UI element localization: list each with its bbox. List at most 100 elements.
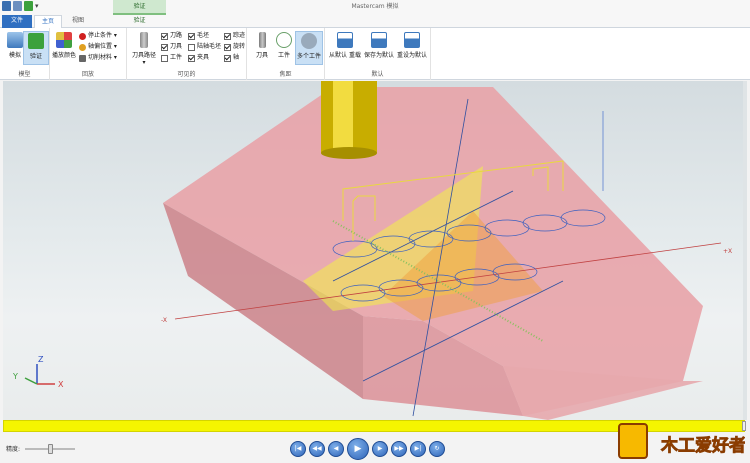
toggle-fixture-label: 夹具 bbox=[197, 54, 210, 61]
viewport-scrollbar[interactable] bbox=[743, 81, 747, 420]
verify-label: 验证 bbox=[29, 53, 42, 60]
axis-position-icon bbox=[79, 43, 86, 51]
tab-file[interactable]: 文件 bbox=[2, 15, 32, 28]
toggle-toolpath[interactable]: 刀路 bbox=[161, 31, 182, 41]
focus-tool-button[interactable]: 刀具 bbox=[251, 31, 273, 65]
step-forward-button[interactable]: ▶ bbox=[372, 441, 388, 457]
reset-default-icon bbox=[404, 32, 420, 48]
spindle-stock-checkbox[interactable] bbox=[188, 43, 195, 51]
simulation-viewport[interactable]: -X +X Z X Y bbox=[3, 81, 747, 420]
toggle-tool[interactable]: 刀具 bbox=[161, 42, 182, 52]
fixture-checkbox[interactable] bbox=[188, 54, 195, 62]
tool-holder-icon bbox=[140, 32, 148, 48]
focus-tool-icon bbox=[258, 32, 266, 48]
toggle-stock[interactable]: 毛坯 bbox=[188, 31, 209, 41]
focus-multi-icon bbox=[301, 33, 317, 49]
group-label-visibility: 可见的 bbox=[177, 71, 196, 78]
step-back-large-icon: ◀◀ bbox=[312, 445, 322, 452]
step-forward-icon: ▶ bbox=[377, 445, 383, 452]
x-pos-label: +X bbox=[723, 248, 732, 255]
step-back-icon: ◀ bbox=[333, 445, 339, 452]
toolpath-checkbox[interactable] bbox=[161, 32, 168, 40]
focus-workpiece-icon bbox=[276, 32, 292, 48]
toggle-trace-label: 踪迹 bbox=[233, 32, 246, 39]
toggle-trace[interactable]: 踪迹 bbox=[224, 31, 245, 41]
workpiece-checkbox[interactable] bbox=[161, 54, 168, 62]
axis-position-label: 轴偏位置 ▾ bbox=[88, 43, 117, 50]
toggle-toolpath-label: 刀路 bbox=[170, 32, 183, 39]
cut-material-button[interactable]: 切削材料 ▾ bbox=[79, 53, 117, 63]
tab-verify[interactable]: 验证 bbox=[113, 15, 166, 28]
trace-checkbox[interactable] bbox=[224, 32, 231, 40]
watermark-logo: 木工爱好者 bbox=[618, 423, 745, 459]
group-label-model: 模型 bbox=[18, 71, 31, 78]
toggle-workpiece-label: 工件 bbox=[170, 54, 183, 61]
stock-checkbox[interactable] bbox=[188, 32, 195, 40]
skip-start-icon: |◀ bbox=[294, 445, 302, 452]
toolpath-dropdown-button[interactable]: 刀具路径 ▾ bbox=[130, 31, 158, 66]
color-grid-icon bbox=[56, 32, 72, 48]
tool-checkbox[interactable] bbox=[161, 43, 168, 51]
logo-badge bbox=[618, 423, 648, 459]
ribbon-tabs: 文件 主页 视图 验证 bbox=[0, 15, 750, 28]
scene-svg: -X +X Z X Y bbox=[12, 81, 732, 420]
x-neg-label: -X bbox=[161, 317, 167, 324]
group-label-focus: 焦距 bbox=[279, 71, 292, 78]
toggle-fixture[interactable]: 夹具 bbox=[188, 53, 209, 63]
step-back-button[interactable]: ◀ bbox=[328, 441, 344, 457]
skip-to-start-button[interactable]: |◀ bbox=[290, 441, 306, 457]
focus-workpiece-button[interactable]: 工件 bbox=[273, 31, 295, 65]
play-button[interactable]: ▶ bbox=[347, 438, 369, 460]
group-label-playback: 回放 bbox=[81, 71, 94, 78]
axis-position-button[interactable]: 轴偏位置 ▾ bbox=[79, 42, 117, 52]
toggle-tool-label: 刀具 bbox=[170, 43, 183, 50]
axis-triad: Z X Y bbox=[12, 355, 64, 389]
focus-multi-workpiece-button[interactable]: 多个工件 bbox=[295, 31, 323, 65]
load-default-icon bbox=[337, 32, 353, 48]
skip-to-end-button[interactable]: ▶| bbox=[410, 441, 426, 457]
tool-tip bbox=[321, 147, 377, 159]
toggle-rotate[interactable]: 旋转 bbox=[224, 42, 245, 52]
triad-x-label: X bbox=[58, 380, 64, 389]
rotate-checkbox[interactable] bbox=[224, 43, 231, 51]
load-default-label: 从默认 重载 bbox=[329, 52, 361, 59]
triad-y-label: Y bbox=[12, 372, 18, 381]
step-forward-large-button[interactable]: ▶▶ bbox=[391, 441, 407, 457]
verify-check-icon bbox=[28, 33, 44, 49]
simulate-icon bbox=[7, 32, 23, 48]
toolpath-label: 刀具路径 ▾ bbox=[131, 52, 156, 66]
toggle-workpiece[interactable]: 工件 bbox=[161, 53, 182, 63]
group-model: 模拟 验证 模型 bbox=[0, 28, 50, 80]
speed-slider-thumb[interactable] bbox=[47, 444, 53, 454]
skip-end-icon: ▶| bbox=[414, 445, 422, 452]
stop-icon bbox=[79, 32, 86, 40]
playback-color-label: 播放颜色 bbox=[51, 52, 76, 59]
toggle-spindle-stock[interactable]: 陆轴毛坯 bbox=[188, 42, 221, 52]
step-back-large-button[interactable]: ◀◀ bbox=[309, 441, 325, 457]
toggle-rotate-label: 旋转 bbox=[233, 43, 246, 50]
focus-workpiece-label: 工件 bbox=[277, 52, 290, 59]
loop-button[interactable]: ↻ bbox=[429, 441, 445, 457]
tab-home[interactable]: 主页 bbox=[34, 15, 62, 28]
stop-condition-button[interactable]: 停止条件 ▾ bbox=[79, 31, 117, 41]
loop-icon: ↻ bbox=[434, 445, 440, 452]
group-default: 从默认 重载 保存为默认 重设为默认 默认 bbox=[325, 28, 431, 80]
speed-slider[interactable] bbox=[25, 444, 75, 454]
playback-controls: |◀ ◀◀ ◀ ▶ ▶ ▶▶ ▶| ↻ bbox=[290, 438, 445, 460]
save-default-button[interactable]: 保存为默认 bbox=[363, 31, 395, 65]
save-default-icon bbox=[371, 32, 387, 48]
tab-view[interactable]: 视图 bbox=[64, 15, 92, 28]
reset-default-label: 重设为默认 bbox=[396, 52, 427, 59]
title-bar: ▾ 验证 Mastercam 模拟 bbox=[0, 0, 750, 15]
play-icon: ▶ bbox=[354, 443, 362, 454]
playback-color-button[interactable]: 播放颜色 bbox=[51, 31, 77, 65]
toggle-axis[interactable]: 轴 bbox=[224, 53, 239, 63]
axis-checkbox[interactable] bbox=[224, 54, 231, 62]
tool-highlight bbox=[333, 81, 353, 153]
reset-default-button[interactable]: 重设为默认 bbox=[396, 31, 428, 65]
group-playback: 播放颜色 停止条件 ▾ 轴偏位置 ▾ 切削材料 ▾ 回放 bbox=[50, 28, 127, 80]
cut-material-label: 切削材料 ▾ bbox=[88, 54, 117, 61]
load-default-button[interactable]: 从默认 重载 bbox=[328, 31, 362, 65]
verify-button[interactable]: 验证 bbox=[23, 31, 49, 65]
stop-condition-label: 停止条件 ▾ bbox=[88, 32, 117, 39]
